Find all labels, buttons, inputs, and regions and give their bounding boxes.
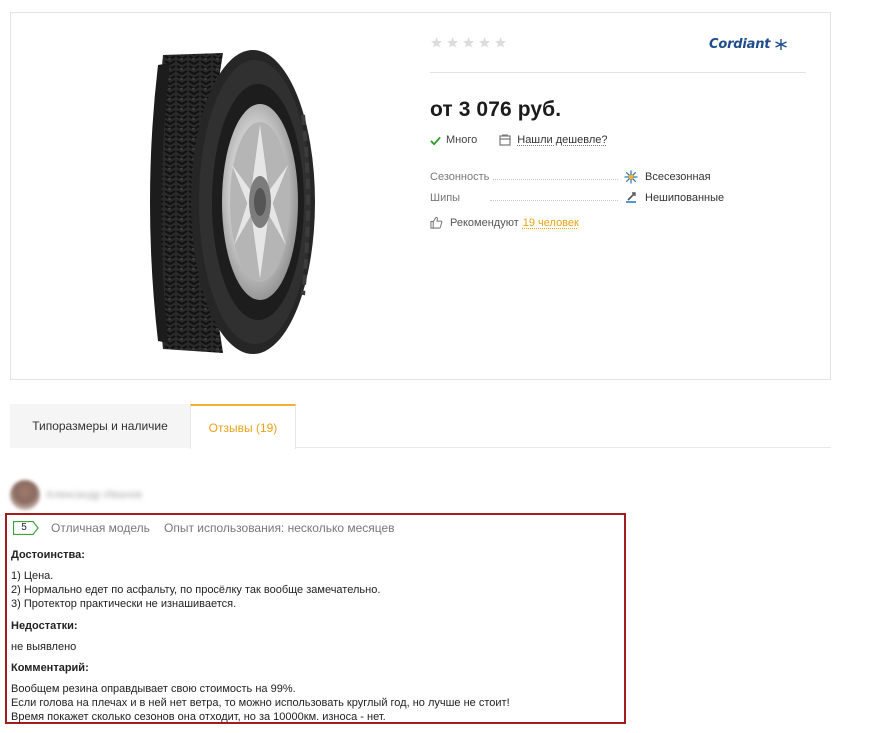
recommend-count-link[interactable]: 19 человек bbox=[523, 217, 579, 229]
spec-label: Сезонность bbox=[430, 171, 494, 183]
spec-row-studs: Шипы Нешипованные bbox=[430, 192, 810, 206]
rating-value: 5 bbox=[21, 522, 27, 533]
price-tag-icon bbox=[499, 134, 511, 146]
recommend-row: Рекомендуют 19 человек bbox=[430, 216, 579, 229]
product-image[interactable] bbox=[128, 45, 318, 359]
spec-label: Шипы bbox=[430, 192, 465, 204]
divider bbox=[430, 72, 806, 73]
pros-line: 2) Нормально едет по асфальту, по просёл… bbox=[11, 584, 381, 596]
comment-heading: Комментарий: bbox=[11, 662, 89, 674]
star-icon bbox=[479, 37, 490, 48]
cons-line: не выявлено bbox=[11, 641, 77, 653]
thumbs-up-icon bbox=[430, 216, 443, 229]
availability-row: Много Нашли дешевле? bbox=[430, 134, 607, 146]
author-name: Александр Иванов bbox=[46, 489, 142, 501]
star-icon bbox=[495, 37, 506, 48]
comment-line: Вообщем резина оправдывает свою стоимост… bbox=[11, 683, 296, 695]
product-tabs: Типоразмеры и наличие Отзывы (19) bbox=[10, 404, 831, 449]
pros-heading: Достоинства: bbox=[11, 549, 85, 561]
spec-value: Всесезонная bbox=[624, 170, 711, 184]
brand-name: Cordiant bbox=[709, 37, 771, 52]
review-title: Отличная модель bbox=[51, 521, 150, 535]
comment-line: Если голова на плечах и в ней нет ветра,… bbox=[11, 697, 510, 709]
cons-heading: Недостатки: bbox=[11, 620, 78, 632]
tab-reviews[interactable]: Отзывы (19) bbox=[190, 404, 296, 449]
all-season-icon bbox=[624, 170, 638, 184]
review-card: 5 Отличная модель Опыт использования: не… bbox=[5, 513, 626, 724]
dotted-leader bbox=[490, 179, 618, 180]
check-icon bbox=[430, 136, 441, 146]
cheaper-link[interactable]: Нашли дешевле? bbox=[517, 134, 607, 146]
review-author: Александр Иванов bbox=[10, 480, 142, 510]
spec-row-season: Сезонность Всесезонная bbox=[430, 170, 810, 185]
dotted-leader bbox=[490, 200, 618, 201]
spec-value-text: Всесезонная bbox=[645, 171, 711, 183]
recommend-prefix: Рекомендуют bbox=[450, 216, 519, 229]
studless-icon bbox=[626, 192, 636, 203]
star-icon bbox=[447, 37, 458, 48]
avatar bbox=[10, 480, 40, 510]
product-price: от 3 076 руб. bbox=[430, 98, 562, 121]
star-icon bbox=[431, 37, 442, 48]
star-icon bbox=[463, 37, 474, 48]
rating-stars[interactable] bbox=[430, 36, 507, 49]
cheaper-block[interactable]: Нашли дешевле? bbox=[499, 134, 607, 146]
comment-line: Время покажет сколько сезонов она отходи… bbox=[11, 711, 386, 723]
pros-line: 1) Цена. bbox=[11, 570, 54, 582]
brand-logo[interactable]: Cordiant bbox=[709, 37, 788, 52]
availability-label: Много bbox=[446, 134, 478, 146]
review-experience: Опыт использования: несколько месяцев bbox=[164, 521, 395, 535]
spec-value-text: Нешипованные bbox=[645, 192, 725, 204]
pros-line: 3) Протектор практически не изнашивается… bbox=[11, 598, 237, 610]
tab-sizes[interactable]: Типоразмеры и наличие bbox=[10, 404, 190, 448]
spec-value: Нешипованные bbox=[624, 191, 724, 205]
rating-badge: 5 bbox=[13, 521, 39, 535]
product-card: Cordiant от 3 076 руб. Много Нашли дешев… bbox=[10, 12, 831, 380]
snowflake-icon bbox=[775, 39, 788, 50]
